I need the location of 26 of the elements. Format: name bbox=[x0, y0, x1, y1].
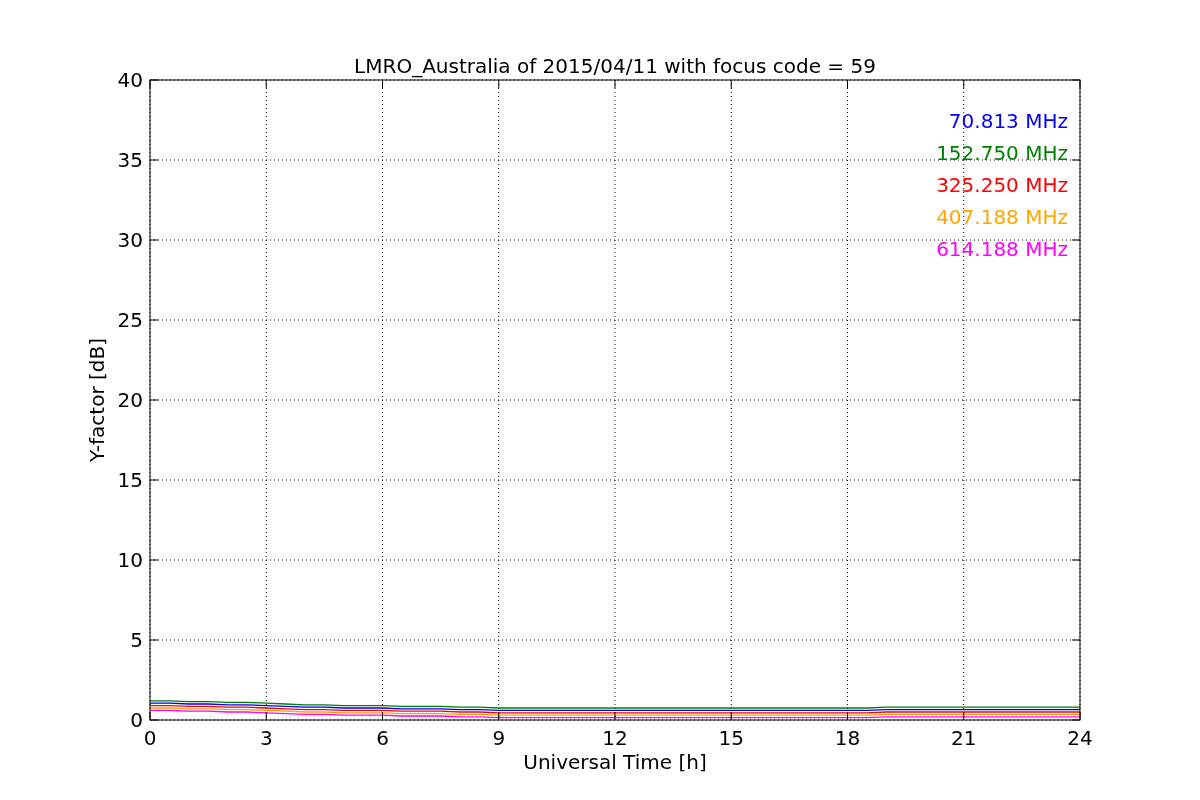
legend-label: 152.750 MHz bbox=[936, 141, 1068, 165]
tick-label: 24 bbox=[1067, 726, 1093, 750]
legend-label: 407.188 MHz bbox=[936, 205, 1068, 229]
chart-title: LMRO_Australia of 2015/04/11 with focus code = 59 bbox=[354, 54, 876, 78]
axis-label: Y-factor [dB] bbox=[85, 338, 109, 462]
tick-label: 15 bbox=[117, 468, 143, 492]
tick-label: 18 bbox=[834, 726, 861, 750]
tick-label: 10 bbox=[117, 548, 143, 572]
tick-label: 0 bbox=[130, 708, 143, 732]
axis-label: Universal Time [h] bbox=[523, 750, 707, 774]
tick-label: 20 bbox=[117, 388, 143, 412]
legend-label: 614.188 MHz bbox=[936, 237, 1068, 261]
tick-label: 30 bbox=[117, 228, 143, 252]
tick-label: 40 bbox=[117, 68, 143, 92]
tick-label: 6 bbox=[376, 726, 389, 750]
tick-label: 5 bbox=[130, 628, 143, 652]
tick-label: 35 bbox=[117, 148, 143, 172]
legend-label: 325.250 MHz bbox=[936, 173, 1068, 197]
tick-label: 21 bbox=[951, 726, 977, 750]
tick-label: 12 bbox=[602, 726, 628, 750]
tick-label: 3 bbox=[259, 726, 273, 750]
tick-label: 25 bbox=[117, 308, 143, 332]
tick-label: 15 bbox=[718, 726, 744, 750]
tick-label: 0 bbox=[143, 726, 157, 750]
tick-label: 9 bbox=[492, 726, 506, 750]
legend-label: 70.813 MHz bbox=[948, 109, 1068, 133]
